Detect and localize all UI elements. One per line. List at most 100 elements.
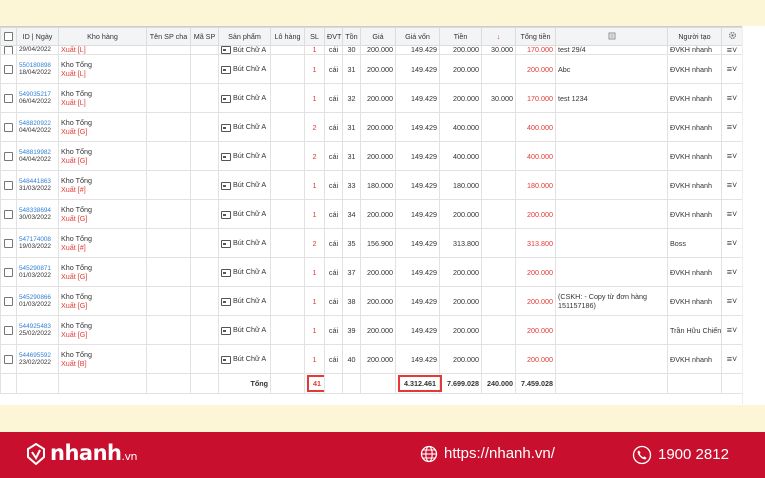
row-product[interactable]: Bút Chữ A [218, 228, 271, 258]
row-product[interactable]: Bút Chữ A [218, 54, 271, 84]
note-icon[interactable] [555, 27, 668, 46]
row-product[interactable]: Bút Chữ A [218, 286, 271, 316]
row-menu-icon[interactable]: ≡˅ [721, 257, 743, 287]
row-id-link[interactable]: 550180898 [19, 62, 56, 69]
header-batch[interactable]: Lô hàng [270, 27, 305, 46]
row-id-link[interactable]: 544925483 [19, 323, 56, 330]
header-amount[interactable]: Tiền [439, 27, 482, 46]
row-menu-icon[interactable]: ≡˅ [721, 170, 743, 200]
header-stock[interactable]: Tồn [342, 27, 361, 46]
row-product-name[interactable]: Bút Chữ A [233, 209, 266, 218]
row-checkbox[interactable] [0, 112, 17, 142]
header-creator[interactable]: Người tạo [667, 27, 722, 46]
row-checkbox[interactable] [0, 199, 17, 229]
row-product-name[interactable]: Bút Chữ A [233, 180, 266, 189]
row-id-date[interactable]: 545290871 01/03/2022 [16, 257, 59, 287]
row-id-date[interactable]: 548819982 04/04/2022 [16, 141, 59, 171]
row-product-name[interactable]: Bút Chữ A [233, 151, 266, 160]
row-warehouse-type[interactable]: Xuất [B] [61, 359, 144, 368]
row-id-link[interactable]: 548338694 [19, 207, 56, 214]
header-product[interactable]: Sản phẩm [218, 27, 271, 46]
row-product[interactable]: Bút Chữ A [218, 199, 271, 229]
row-warehouse-type[interactable]: Xuất [G] [61, 330, 144, 339]
row-menu-icon[interactable]: ≡˅ [721, 83, 743, 113]
row-checkbox[interactable] [0, 45, 17, 55]
row-checkbox[interactable] [0, 83, 17, 113]
row-id-link[interactable]: 547174008 [19, 236, 56, 243]
row-id-date[interactable]: 549035217 06/04/2022 [16, 83, 59, 113]
header-parent-product[interactable]: Tên SP cha [146, 27, 191, 46]
row-product[interactable]: Bút Chữ A [218, 257, 271, 287]
row-warehouse-type[interactable]: Xuất [G] [61, 301, 144, 310]
sort-down-icon[interactable]: ↓ [481, 27, 516, 46]
website-url[interactable]: https://nhanh.vn/ [444, 445, 555, 462]
row-id-link[interactable]: 545290866 [19, 294, 56, 301]
header-sku[interactable]: Mã SP [190, 27, 219, 46]
row-menu-icon[interactable]: ≡˅ [721, 54, 743, 84]
row-id-date[interactable]: 550180898 18/04/2022 [16, 54, 59, 84]
row-id-date[interactable]: 548338694 30/03/2022 [16, 199, 59, 229]
row-warehouse-type[interactable]: Xuất [L] [61, 69, 144, 78]
row-product-name[interactable]: Bút Chữ A [233, 296, 266, 305]
header-total[interactable]: Tổng tiền [515, 27, 556, 46]
row-product[interactable]: Bút Chữ A [218, 45, 271, 55]
row-id-date[interactable]: 545290866 01/03/2022 [16, 286, 59, 316]
row-id-link[interactable]: 544695592 [19, 352, 56, 359]
hotline[interactable]: 1900 2812 [632, 445, 729, 465]
row-id-link[interactable]: 548819982 [19, 149, 56, 156]
row-product-name[interactable]: Bút Chữ A [233, 354, 266, 363]
row-id-date[interactable]: 544925483 25/02/2022 [16, 315, 59, 345]
row-checkbox[interactable] [0, 228, 17, 258]
row-menu-icon[interactable]: ≡˅ [721, 315, 743, 345]
row-warehouse-type[interactable]: Xuất [#] [61, 243, 144, 252]
row-product-name[interactable]: Bút Chữ A [233, 122, 266, 131]
row-checkbox[interactable] [0, 170, 17, 200]
row-id-link[interactable]: 549035217 [19, 91, 56, 98]
row-product[interactable]: Bút Chữ A [218, 344, 271, 374]
header-cost[interactable]: Giá vốn [395, 27, 440, 46]
row-product[interactable]: Bút Chữ A [218, 141, 271, 171]
row-warehouse-type[interactable]: Xuất [L] [61, 98, 144, 107]
row-product[interactable]: Bút Chữ A [218, 112, 271, 142]
row-id-link[interactable]: 548441863 [19, 178, 56, 185]
row-checkbox[interactable] [0, 54, 17, 84]
row-menu-icon[interactable]: ≡˅ [721, 344, 743, 374]
row-checkbox[interactable] [0, 344, 17, 374]
row-menu-icon[interactable]: ≡˅ [721, 199, 743, 229]
row-checkbox[interactable] [0, 315, 17, 345]
row-menu-icon[interactable]: ≡˅ [721, 141, 743, 171]
row-menu-icon[interactable]: ≡˅ [721, 45, 743, 55]
row-product[interactable]: Bút Chữ A [218, 170, 271, 200]
website-link[interactable]: https://nhanh.vn/ [420, 445, 555, 463]
row-id-date[interactable]: 547174008 19/03/2022 [16, 228, 59, 258]
row-warehouse-type[interactable]: Xuất [G] [61, 127, 144, 136]
row-warehouse-type[interactable]: Xuất [G] [61, 214, 144, 223]
vertical-scrollbar[interactable] [742, 26, 765, 404]
row-checkbox[interactable] [0, 257, 17, 287]
row-id-link[interactable]: 548820922 [19, 120, 56, 127]
row-product-name[interactable]: Bút Chữ A [233, 267, 266, 276]
row-product-name[interactable]: Bút Chữ A [233, 64, 266, 73]
row-menu-icon[interactable]: ≡˅ [721, 228, 743, 258]
row-warehouse-type[interactable]: Xuất [G] [61, 156, 144, 165]
header-warehouse[interactable]: Kho hàng [58, 27, 147, 46]
settings-gear-icon[interactable] [721, 27, 743, 46]
row-id-date[interactable]: 544695592 23/02/2022 [16, 344, 59, 374]
header-price[interactable]: Giá [360, 27, 396, 46]
row-product-name[interactable]: Bút Chữ A [233, 238, 266, 247]
row-id-date[interactable]: 548441863 31/03/2022 [16, 170, 59, 200]
row-product[interactable]: Bút Chữ A [218, 83, 271, 113]
row-product-name[interactable]: Bút Chữ A [233, 93, 266, 102]
header-qty[interactable]: SL [304, 27, 325, 46]
row-product[interactable]: Bút Chữ A [218, 315, 271, 345]
select-all-checkbox[interactable] [0, 27, 17, 46]
row-warehouse-type[interactable]: Xuất [G] [61, 272, 144, 281]
phone-number[interactable]: 1900 2812 [658, 446, 729, 463]
row-id-link[interactable]: 545290871 [19, 265, 56, 272]
row-warehouse-type[interactable]: Xuất [#] [61, 185, 144, 194]
row-menu-icon[interactable]: ≡˅ [721, 112, 743, 142]
row-checkbox[interactable] [0, 286, 17, 316]
row-id-date[interactable]: 548820922 04/04/2022 [16, 112, 59, 142]
header-id-date[interactable]: ID | Ngày [16, 27, 59, 46]
row-product-name[interactable]: Bút Chữ A [233, 325, 266, 334]
